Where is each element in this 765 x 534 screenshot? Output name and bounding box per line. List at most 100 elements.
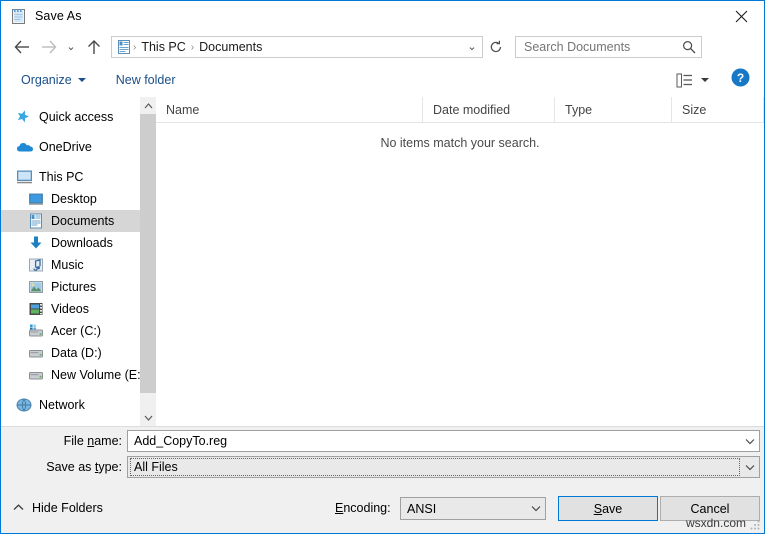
encoding-value[interactable]: ANSI: [407, 502, 526, 516]
column-headers: Name ⌃ Date modified Type Size: [156, 96, 764, 123]
hide-folders-button[interactable]: Hide Folders: [13, 497, 103, 519]
column-header-label: Size: [682, 102, 707, 117]
back-button[interactable]: [9, 33, 35, 61]
column-header-label: Type: [565, 102, 593, 117]
sidebar-item-acer-c[interactable]: Acer (C:): [1, 320, 140, 342]
chevron-down-icon: [745, 438, 754, 444]
resize-grip[interactable]: [749, 518, 761, 530]
view-options-icon: [676, 73, 692, 87]
help-button[interactable]: ?: [731, 68, 750, 92]
sidebar-item-downloads[interactable]: Downloads: [1, 232, 140, 254]
title-bar: Save As: [1, 1, 764, 31]
sidebar-item-pictures[interactable]: Pictures: [1, 276, 140, 298]
sidebar-item-this-pc[interactable]: This PC: [1, 166, 140, 188]
file-name-label-post: ame:: [94, 434, 122, 448]
documents-icon: [28, 213, 46, 229]
sidebar-item-network[interactable]: Network: [1, 394, 140, 416]
sidebar-item-label: Downloads: [51, 236, 113, 250]
empty-list-message: No items match your search.: [380, 136, 540, 150]
hide-folders-label: Hide Folders: [32, 501, 103, 515]
forward-button[interactable]: [35, 33, 61, 61]
sidebar-item-label: This PC: [39, 170, 84, 184]
save-as-type-dropdown-button[interactable]: [740, 457, 759, 477]
file-name-combobox[interactable]: Add_CopyTo.reg: [127, 430, 760, 452]
sort-ascending-icon: ⌃: [286, 96, 295, 103]
save-button[interactable]: Save: [558, 496, 658, 521]
organize-button[interactable]: Organize: [15, 68, 92, 92]
column-header-label: Name: [166, 102, 200, 117]
sidebar-item-label: Pictures: [51, 280, 97, 294]
file-name-value[interactable]: Add_CopyTo.reg: [134, 434, 740, 448]
sidebar-item-new-volume-e[interactable]: New Volume (E:): [1, 364, 140, 386]
desktop-icon: [28, 191, 46, 207]
sidebar-item-label: Network: [39, 398, 85, 412]
breadcrumb-this-pc[interactable]: This PC: [137, 40, 189, 54]
column-header-size[interactable]: Size: [672, 96, 764, 123]
sidebar-item-label: Documents: [51, 214, 115, 228]
save-as-type-label: Save as type:: [1, 456, 122, 478]
new-folder-button[interactable]: New folder: [110, 68, 182, 92]
address-dropdown-button[interactable]: ⌄: [462, 37, 482, 57]
address-bar[interactable]: › This PC › Documents ⌄: [111, 36, 483, 58]
drive-icon: [28, 345, 46, 361]
refresh-icon: [490, 40, 502, 53]
sidebar-item-quick-access[interactable]: Quick access: [1, 106, 140, 128]
chevron-down-icon: ⌄: [66, 40, 76, 53]
chevron-up-icon: [144, 102, 152, 108]
system-drive-icon: [28, 323, 46, 339]
content-area: Quick access OneDrive This PC Desktop Do…: [1, 96, 764, 426]
sidebar-item-desktop[interactable]: Desktop: [1, 188, 140, 210]
chevron-down-icon: [531, 506, 540, 512]
encoding-combobox[interactable]: ANSI: [400, 497, 546, 520]
up-button[interactable]: [81, 33, 107, 61]
command-toolbar: Organize New folder ?: [1, 63, 764, 97]
chevron-down-icon: [144, 415, 152, 421]
encoding-dropdown-button[interactable]: [526, 499, 545, 519]
sidebar-item-videos[interactable]: Videos: [1, 298, 140, 320]
search-icon[interactable]: [682, 37, 696, 57]
sidebar-item-label: Music: [51, 258, 84, 272]
scrollbar-thumb[interactable]: [140, 114, 156, 393]
cancel-button-label: Cancel: [690, 501, 730, 516]
column-header-date-modified[interactable]: Date modified: [423, 96, 555, 123]
encoding-label: Encoding:: [335, 497, 391, 519]
toolbar-right-group: ?: [672, 63, 764, 97]
file-name-dropdown-button[interactable]: [740, 431, 759, 451]
sidebar-item-label: Desktop: [51, 192, 97, 206]
this-pc-monitor-icon: [16, 169, 34, 185]
save-form: File name: Add_CopyTo.reg Save as type: …: [1, 426, 764, 533]
organize-label: Organize: [21, 72, 72, 87]
sidebar-item-label: New Volume (E:): [51, 368, 140, 382]
videos-icon: [28, 301, 46, 317]
navigation-sidebar[interactable]: Quick access OneDrive This PC Desktop Do…: [1, 97, 140, 426]
column-header-label: Date modified: [433, 102, 511, 117]
scroll-down-button[interactable]: [140, 409, 156, 426]
search-box[interactable]: [515, 36, 702, 58]
refresh-button[interactable]: [484, 36, 508, 58]
file-list-pane[interactable]: Name ⌃ Date modified Type Size No items …: [156, 96, 764, 426]
view-options-button[interactable]: [672, 73, 713, 88]
sidebar-item-label: Data (D:): [51, 346, 102, 360]
search-input[interactable]: [522, 38, 672, 56]
sidebar-item-label: Videos: [51, 302, 89, 316]
sidebar-item-label: Quick access: [39, 110, 114, 124]
save-as-type-combobox[interactable]: All Files: [127, 456, 760, 478]
sidebar-item-data-d[interactable]: Data (D:): [1, 342, 140, 364]
sidebar-item-onedrive[interactable]: OneDrive: [1, 136, 140, 158]
sidebar-item-documents[interactable]: Documents: [1, 210, 140, 232]
breadcrumb-documents[interactable]: Documents: [195, 40, 266, 54]
sidebar-scrollbar[interactable]: [140, 97, 156, 426]
close-button[interactable]: [718, 1, 764, 31]
music-icon: [28, 257, 46, 273]
column-header-name[interactable]: Name ⌃: [156, 96, 423, 123]
sidebar-item-music[interactable]: Music: [1, 254, 140, 276]
onedrive-cloud-icon: [16, 139, 34, 155]
recent-locations-button[interactable]: ⌄: [61, 33, 81, 61]
sidebar-item-label: OneDrive: [39, 140, 92, 154]
star-pin-icon: [16, 109, 34, 125]
save-as-type-value[interactable]: All Files: [130, 458, 740, 476]
scroll-up-button[interactable]: [140, 97, 156, 114]
column-header-type[interactable]: Type: [555, 96, 672, 123]
